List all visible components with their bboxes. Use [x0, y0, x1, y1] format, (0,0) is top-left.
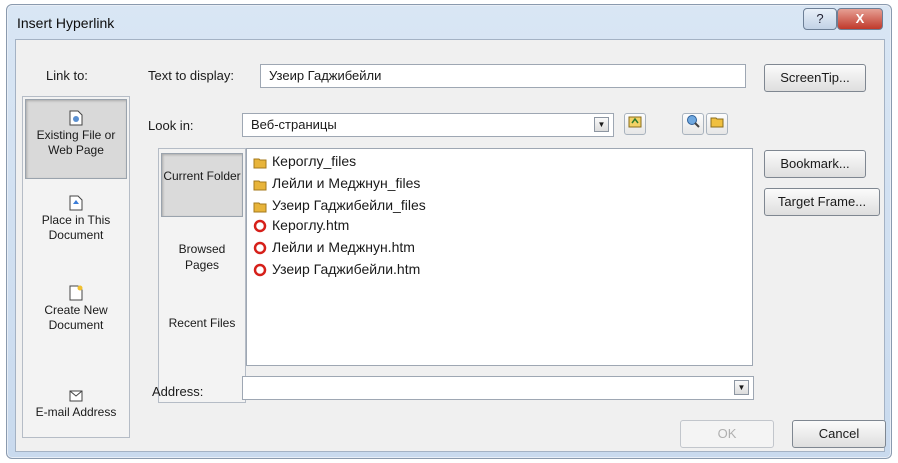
- list-item[interactable]: Узеир Гаджибейли.htm: [253, 259, 420, 279]
- sidebar-item-label: Existing File or Web Page: [36, 128, 116, 157]
- text-to-display-input[interactable]: Узеир Гаджибейли: [260, 64, 746, 88]
- link-to-sidebar: Existing File or Web Page Place in This …: [22, 96, 130, 438]
- browse-web-icon[interactable]: [624, 113, 646, 135]
- address-dropdown-icon[interactable]: ▼: [734, 380, 749, 395]
- sidebar-item-existing-file[interactable]: Existing File or Web Page: [25, 99, 127, 179]
- dialog-title: Insert Hyperlink: [17, 15, 115, 31]
- opera-htm-icon: [253, 242, 267, 255]
- close-icon: X: [855, 11, 865, 26]
- folder-icon: [253, 180, 267, 191]
- address-label: Address:: [152, 384, 204, 399]
- list-item[interactable]: Лейли и Меджнун_files: [253, 173, 420, 193]
- ok-button[interactable]: OK: [680, 420, 774, 448]
- file-list[interactable]: Кероглу_files Лейли и Меджнун_files Узеи…: [246, 148, 753, 366]
- insert-hyperlink-dialog: Insert Hyperlink ? X Link to: Existing F…: [6, 4, 892, 459]
- sidebar-item-email-address[interactable]: E-mail Address: [25, 387, 127, 435]
- target-frame-button[interactable]: Target Frame...: [764, 188, 880, 216]
- email-address-icon: [69, 390, 83, 402]
- sidebar-item-label: Place in This Document: [41, 213, 111, 242]
- look-in-dropdown-icon[interactable]: ▼: [594, 117, 609, 132]
- nav-item-browsed-pages[interactable]: Browsed Pages: [161, 241, 243, 281]
- screentip-button[interactable]: ScreenTip...: [764, 64, 866, 92]
- help-icon: ?: [816, 11, 824, 26]
- close-button[interactable]: X: [837, 8, 883, 30]
- help-button[interactable]: ?: [803, 8, 837, 30]
- sidebar-item-label: E-mail Address: [35, 405, 117, 419]
- look-in-value: Веб-страницы: [251, 117, 337, 132]
- look-in-select[interactable]: Веб-страницы: [242, 113, 614, 137]
- dialog-body: Link to: Existing File or Web Page Place…: [15, 39, 886, 452]
- look-in-label: Look in:: [148, 118, 194, 133]
- link-to-label: Link to:: [46, 68, 88, 83]
- place-in-document-icon: [69, 195, 83, 211]
- sidebar-item-create-new-document[interactable]: Create New Document: [25, 285, 127, 349]
- opera-htm-icon: [253, 220, 267, 233]
- new-document-icon: [69, 285, 83, 301]
- folder-icon: [253, 158, 267, 169]
- search-web-icon[interactable]: [682, 113, 704, 135]
- bookmark-button[interactable]: Bookmark...: [764, 150, 866, 178]
- list-item[interactable]: Кероглу.htm: [253, 215, 349, 235]
- sidebar-item-place-in-document[interactable]: Place in This Document: [25, 195, 127, 259]
- list-item[interactable]: Кероглу_files: [253, 151, 356, 171]
- existing-file-icon: [69, 110, 83, 126]
- opera-htm-icon: [253, 264, 267, 277]
- list-item[interactable]: Узеир Гаджибейли_files: [253, 195, 426, 215]
- sidebar-item-label: Create New Document: [44, 303, 108, 332]
- text-to-display-label: Text to display:: [148, 68, 234, 83]
- look-in-nav-panel: Current Folder Browsed Pages Recent File…: [158, 148, 246, 403]
- cancel-button[interactable]: Cancel: [792, 420, 886, 448]
- list-item[interactable]: Лейли и Меджнун.htm: [253, 237, 415, 257]
- folder-icon: [253, 202, 267, 213]
- browse-file-icon[interactable]: [706, 113, 728, 135]
- address-input[interactable]: [242, 376, 754, 400]
- title-bar: Insert Hyperlink ? X: [7, 5, 891, 41]
- nav-item-recent-files[interactable]: Recent Files: [161, 315, 243, 355]
- nav-item-current-folder[interactable]: Current Folder: [161, 153, 243, 217]
